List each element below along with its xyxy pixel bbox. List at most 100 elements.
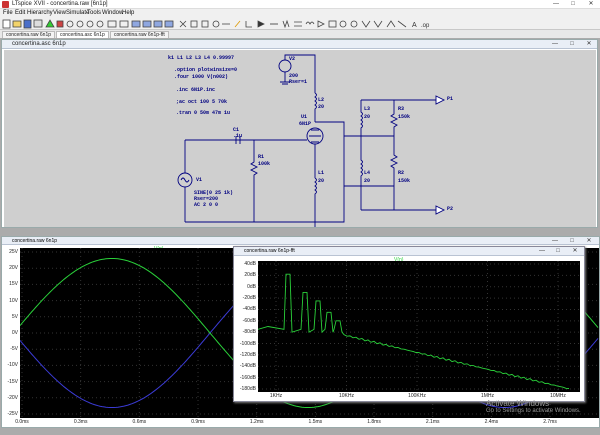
wave-close-button[interactable]: ✕ (581, 237, 597, 245)
v2-name: V2 (289, 56, 296, 62)
rotate-icon (386, 20, 396, 28)
minimize-button[interactable]: — (548, 0, 564, 9)
l3-value[interactable]: 20 (364, 114, 370, 120)
find-icon (212, 20, 220, 28)
maximize-button[interactable]: □ (565, 0, 581, 9)
activate-windows-subtitle: Go to Settings to activate Windows. (486, 408, 581, 414)
r3-name: R3 (398, 106, 405, 112)
sch-maximize-button[interactable]: □ (564, 40, 580, 48)
u1-value[interactable]: 6N1P (299, 121, 311, 127)
u1-name: U1 (301, 114, 308, 120)
new-file-icon (2, 19, 11, 29)
window-title: LTspice XVII - concertina.raw [6n1p] (12, 1, 108, 7)
directive-four[interactable]: .four 1000 V(n002) (174, 74, 228, 80)
menu-simulate[interactable]: Simulate (66, 10, 89, 16)
menu-hierarchy[interactable]: Hierarchy (27, 10, 53, 16)
tile-horiz-icon (153, 20, 163, 28)
tab-concertina-asc[interactable]: concertina.asc 6n1p (56, 31, 109, 38)
fft-x-tick-label: 1KHz (269, 393, 283, 399)
schematic-title-bar: concertina.asc 6n1p — □ ✕ (2, 40, 597, 49)
menu-window[interactable]: Window (102, 10, 123, 16)
y-tick-label: 0V (11, 330, 18, 336)
zoom-fit-icon (96, 20, 104, 28)
open-folder-icon (12, 20, 22, 28)
r1-value[interactable]: 100k (258, 161, 270, 167)
y-tick-label: -5V (10, 346, 18, 353)
save-icon (23, 19, 32, 29)
fft-x-tick-label: 100KHz (408, 393, 426, 399)
waveform-time-title-bar: concertina.raw 6n1p — □ ✕ (2, 237, 599, 245)
sch-close-button[interactable]: ✕ (581, 40, 597, 48)
menu-view[interactable]: View (53, 10, 66, 16)
menu-tools[interactable]: Tools (87, 10, 101, 16)
r3-value[interactable]: 150k (398, 114, 410, 120)
fft-y-tick-label: -180dB (239, 386, 256, 392)
fft-y-tick-label: -120dB (239, 351, 256, 358)
component-icon (328, 20, 337, 28)
l1-value[interactable]: 20 (318, 178, 324, 184)
y-tick-label: 10V (9, 297, 18, 304)
resistor-icon (282, 19, 290, 29)
l2-value[interactable]: 20 (318, 104, 324, 110)
menu-file[interactable]: File (3, 10, 13, 16)
wire-icon (245, 21, 252, 28)
menu-edit[interactable]: Edit (15, 10, 25, 16)
l2-name: L2 (318, 97, 325, 103)
v1-ac[interactable]: AC 2 0 0 (194, 202, 218, 208)
y-tick-label: -15V (7, 378, 18, 385)
menu-help[interactable]: Help (122, 10, 134, 16)
schematic-canvas[interactable]: k1 L1 L2 L3 L4 0.99997 .option plotwinsi… (4, 50, 596, 227)
waveform-fft-title: concertina.raw 6n1p-fft (244, 248, 295, 254)
fft-close-button[interactable]: ✕ (567, 247, 583, 256)
halt-icon (56, 20, 64, 28)
plot-area-fft[interactable] (257, 261, 580, 392)
y-tick-label: 15V (9, 281, 18, 288)
wave-maximize-button[interactable]: □ (564, 237, 580, 245)
directive-ac[interactable]: ;ac oct 100 5 70k (176, 99, 227, 105)
x-tick-label: 0.6ms (132, 419, 147, 425)
wave-minimize-button[interactable]: — (547, 237, 563, 245)
waveform-fft-title-bar: concertina.raw 6n1p-fft — □ ✕ (234, 247, 584, 256)
tab-concertina-raw[interactable]: concertina.raw 6n1p (2, 31, 56, 38)
close-button[interactable]: ✕ (583, 0, 599, 9)
directive-include[interactable]: .inc 6N1P.inc (176, 87, 215, 93)
schematic-wires (177, 54, 446, 227)
menu-bar: File Edit Hierarchy View Simulate Tools … (0, 9, 600, 18)
schematic-window-title: concertina.asc 6n1p (12, 41, 66, 47)
toolbar: A .op (0, 18, 600, 30)
fft-y-tick-label: 20dB (244, 272, 256, 279)
fft-y-tick-label: 40dB (244, 261, 256, 267)
v2-rser[interactable]: Rser=1 (289, 79, 307, 85)
c1-value[interactable]: .1µ (233, 133, 242, 139)
diode-icon (317, 20, 325, 28)
x-tick-label: 2.4ms (484, 419, 499, 425)
close-all-icon (164, 20, 174, 28)
r2-name: R2 (398, 170, 405, 176)
mirror-icon (397, 20, 407, 28)
tile-icon (131, 20, 141, 28)
r2-value[interactable]: 150k (398, 178, 410, 184)
toolbar-icons[interactable]: A .op (0, 18, 600, 30)
fft-y-tick-label: -40dB (242, 306, 256, 313)
fft-maximize-button[interactable]: □ (550, 247, 566, 256)
fft-minimize-button[interactable]: — (534, 247, 550, 256)
fft-y-tick-label: -160dB (239, 374, 256, 381)
l4-value[interactable]: 20 (364, 178, 370, 184)
fft-trace-vn (257, 273, 570, 389)
directive-coupling[interactable]: k1 L1 L2 L3 L4 0.99997 (168, 55, 234, 61)
x-tick-label: 0.3ms (73, 419, 88, 425)
x-tick-label: 1.5ms (308, 419, 323, 425)
y-tick-label: 25V (9, 249, 18, 255)
fft-plot-svg (257, 261, 580, 392)
add-trace-icon (119, 20, 129, 28)
l3-symbol (360, 100, 363, 136)
zoom-in-icon (66, 20, 74, 28)
tab-concertina-fft[interactable]: concertina.raw 6n1p-fft (110, 31, 169, 38)
pan-icon (76, 20, 84, 28)
fft-y-tick-label: -80dB (242, 329, 256, 336)
cut-icon (179, 20, 187, 28)
directive-tran[interactable]: .tran 0 50m 47m 1u (176, 110, 230, 116)
l1-name: L1 (318, 170, 325, 176)
sch-minimize-button[interactable]: — (547, 40, 563, 48)
directive-option[interactable]: .option plotwinsize=0 (174, 67, 237, 73)
